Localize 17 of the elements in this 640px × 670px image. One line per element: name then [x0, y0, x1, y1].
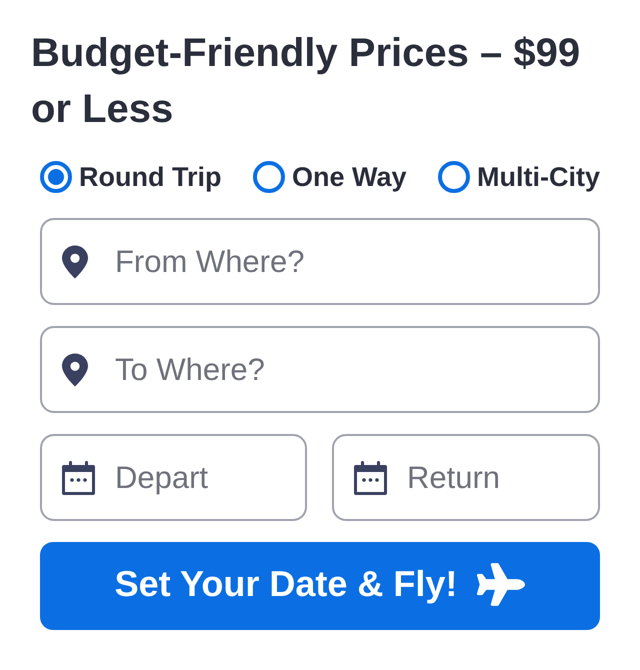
trip-type-option[interactable]: One Way	[252, 161, 407, 193]
input-field[interactable]: From Where?	[40, 218, 600, 305]
input-field[interactable]: To Where?	[40, 326, 600, 413]
trip-type-option[interactable]: Round Trip	[40, 161, 222, 193]
submit-button[interactable]: Set Your Date & Fly!	[40, 542, 600, 630]
calendar-icon	[62, 460, 95, 494]
map-pin-icon	[62, 353, 88, 386]
radio-button[interactable]	[438, 161, 470, 193]
form-title: Budget-Friendly Prices – $99 or Less	[31, 30, 582, 133]
input-field[interactable]: Return	[332, 434, 600, 521]
map-pin-icon	[62, 245, 88, 278]
airplane-icon	[477, 562, 526, 606]
input-field[interactable]: Depart	[40, 434, 307, 521]
radio-button[interactable]	[40, 161, 72, 193]
trip-type-option[interactable]: Multi-City	[438, 161, 600, 193]
radio-button[interactable]	[252, 161, 285, 193]
calendar-icon	[354, 460, 387, 494]
